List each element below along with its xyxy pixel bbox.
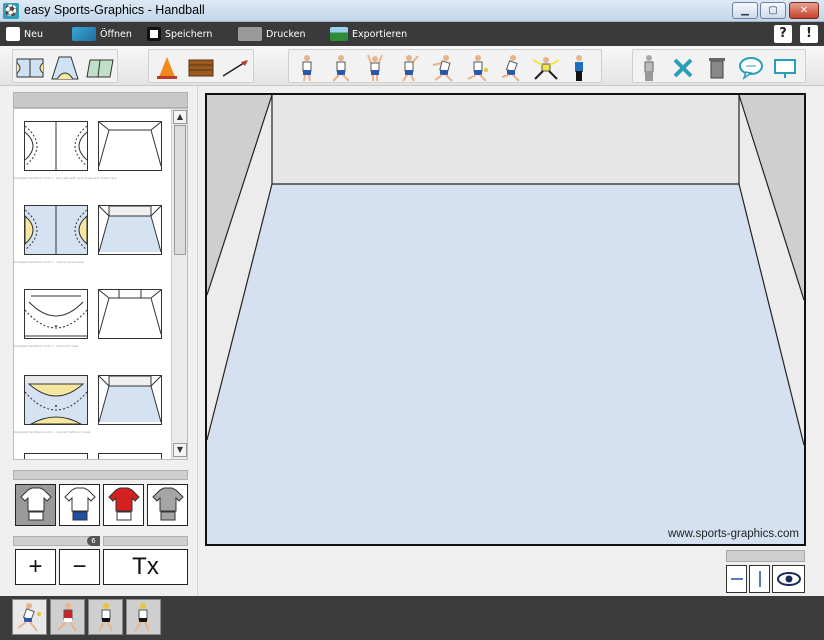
menu-new-label: Neu xyxy=(24,28,43,40)
player-standing-icon[interactable] xyxy=(293,54,321,82)
frame-3[interactable] xyxy=(88,599,123,635)
template-caption-2: template handball court 2 - colored goal… xyxy=(14,260,84,264)
frame-4[interactable] xyxy=(126,599,161,635)
save-icon xyxy=(147,27,161,41)
grey-shirt-icon[interactable] xyxy=(147,484,188,526)
toolbar xyxy=(0,46,824,86)
scroll-up-icon[interactable]: ▲ xyxy=(173,110,187,124)
red-shirt-icon[interactable] xyxy=(103,484,144,526)
frame-2[interactable] xyxy=(50,599,85,635)
info-button[interactable]: ! xyxy=(800,25,818,43)
menu-export[interactable]: Exportieren xyxy=(330,25,407,43)
player-passing-icon[interactable] xyxy=(429,54,457,82)
player-dribbling-icon[interactable] xyxy=(463,54,491,82)
watermark: www.sports-graphics.com xyxy=(667,528,799,540)
player-properties-icon[interactable] xyxy=(635,54,663,82)
template-perspective-colored[interactable] xyxy=(98,205,162,255)
new-document-icon xyxy=(6,27,20,41)
equipment-group xyxy=(148,49,254,83)
scroll-down-icon[interactable]: ▼ xyxy=(173,443,187,457)
menu-save[interactable]: Speichern xyxy=(147,25,212,43)
trash-icon[interactable] xyxy=(703,54,731,82)
view-options-header xyxy=(726,550,805,562)
template-caption-3: template handball court 3 - half court v… xyxy=(14,344,79,348)
size-value: 6 xyxy=(87,536,100,546)
close-button[interactable]: ✕ xyxy=(789,2,819,19)
player-running-icon[interactable] xyxy=(327,54,355,82)
menu-print-label: Drucken xyxy=(266,28,306,40)
app-icon: ⚽ xyxy=(3,3,19,19)
blue-shorts-shirt-icon[interactable] xyxy=(59,484,100,526)
text-tool-button[interactable]: Tx xyxy=(103,549,188,585)
template-half-court-perspective[interactable] xyxy=(98,289,162,339)
template-court-top[interactable] xyxy=(24,121,88,171)
template-list: template handball court 1 - top view wit… xyxy=(13,108,188,460)
player-sprinting-icon[interactable] xyxy=(497,54,525,82)
template-court-top-colored[interactable] xyxy=(24,205,88,255)
open-folder-icon xyxy=(72,27,96,41)
player-throwing-icon[interactable] xyxy=(395,54,423,82)
horizontal-line-icon[interactable] xyxy=(726,565,747,593)
court-floor xyxy=(207,184,804,445)
white-shirt-icon[interactable] xyxy=(15,484,56,526)
court-top-view-icon[interactable] xyxy=(16,54,44,82)
title-bar: ⚽ easy Sports-Graphics - Handball ▁ ▢ ✕ xyxy=(0,0,824,22)
window-title: easy Sports-Graphics - Handball xyxy=(24,3,205,17)
court-view-group xyxy=(12,49,118,83)
court-perspective-icon[interactable] xyxy=(51,54,79,82)
zoom-in-button[interactable]: + xyxy=(15,549,56,585)
zoom-out-button[interactable]: − xyxy=(59,549,100,585)
menu-export-label: Exportieren xyxy=(352,28,408,40)
goalkeeper-icon[interactable] xyxy=(531,54,559,82)
template-scrollbar[interactable]: ▲ ▼ xyxy=(171,109,187,459)
help-button[interactable]: ? xyxy=(774,25,792,43)
shirt-header xyxy=(13,470,188,480)
presentation-icon[interactable] xyxy=(771,54,799,82)
left-panel: template handball court 1 - top view wit… xyxy=(0,86,198,596)
frame-1[interactable] xyxy=(12,599,47,635)
court-side-view-icon[interactable] xyxy=(86,54,114,82)
referee-icon[interactable] xyxy=(565,54,593,82)
minimize-button[interactable]: ▁ xyxy=(732,2,758,19)
template-next-1[interactable] xyxy=(24,453,88,459)
players-group xyxy=(288,49,602,83)
menu-new[interactable]: Neu xyxy=(6,25,43,43)
template-next-2[interactable] xyxy=(98,453,162,459)
menu-print[interactable]: Drucken xyxy=(238,25,306,43)
menu-bar: Neu Öffnen Speichern Drucken Exportieren… xyxy=(0,22,824,46)
speech-bubble-icon[interactable] xyxy=(737,54,765,82)
export-image-icon xyxy=(330,27,348,41)
menu-open[interactable]: Öffnen xyxy=(72,25,132,43)
maximize-button[interactable]: ▢ xyxy=(760,2,786,19)
court-perspective-drawing xyxy=(207,95,804,544)
cone-icon[interactable] xyxy=(153,54,181,82)
player-jumping-icon[interactable] xyxy=(361,54,389,82)
scrollbar-thumb[interactable] xyxy=(174,125,186,255)
delete-icon[interactable] xyxy=(669,54,697,82)
vertical-line-icon[interactable] xyxy=(749,565,770,593)
court-canvas[interactable]: www.sports-graphics.com xyxy=(205,93,806,546)
actions-group xyxy=(632,49,806,83)
arrow-tool-icon[interactable] xyxy=(221,54,249,82)
template-caption-1: template handball court 1 - top view wit… xyxy=(14,176,117,180)
template-perspective-blank[interactable] xyxy=(98,121,162,171)
templates-header xyxy=(13,92,188,108)
back-wall xyxy=(272,95,739,184)
text-header xyxy=(103,536,188,546)
eye-icon[interactable] xyxy=(772,565,805,593)
animation-frames-bar xyxy=(0,596,824,640)
template-caption-4: template handball court 4 - colored half… xyxy=(14,430,91,434)
menu-save-label: Speichern xyxy=(165,28,213,40)
template-half-court[interactable] xyxy=(24,289,88,339)
printer-icon xyxy=(238,27,262,41)
template-half-court-colored[interactable] xyxy=(24,375,88,425)
bench-icon[interactable] xyxy=(187,54,215,82)
menu-open-label: Öffnen xyxy=(100,28,132,40)
template-half-court-perspective-colored[interactable] xyxy=(98,375,162,425)
